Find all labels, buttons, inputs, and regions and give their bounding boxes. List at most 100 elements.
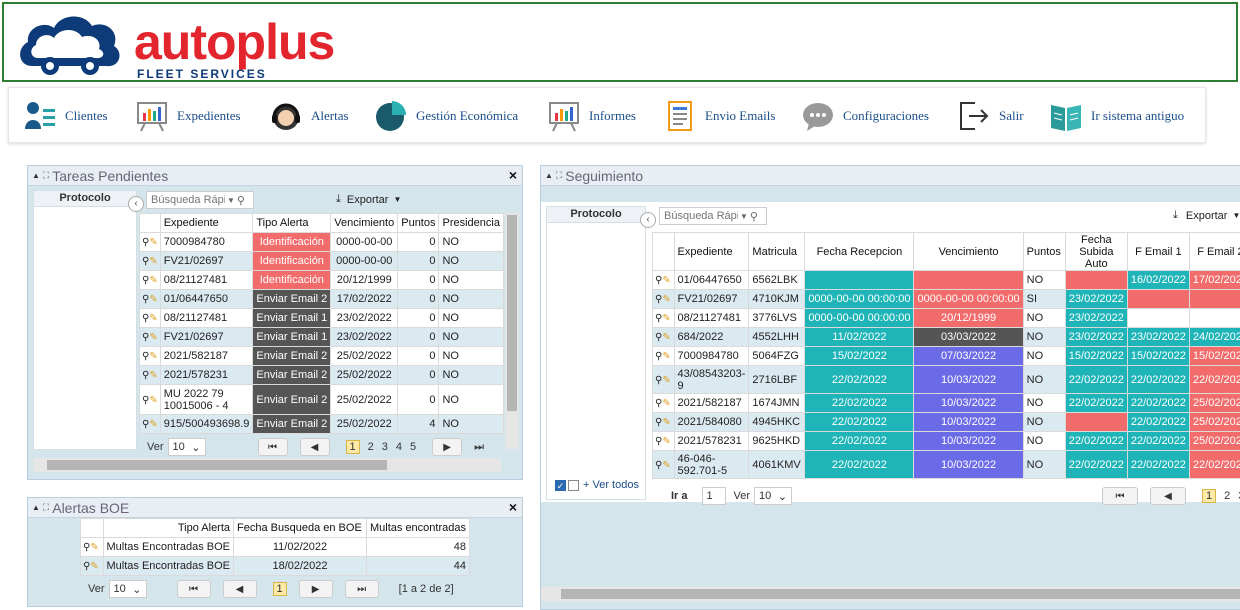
col-header[interactable]: Puntos <box>398 214 439 233</box>
table-row[interactable]: ⚲✎FV21/02697Identificación0000-00-000NO <box>140 252 504 271</box>
table-row[interactable]: ⚲✎2021/582187Enviar Email 225/02/20220NO <box>140 347 504 366</box>
pencil-icon[interactable]: ✎ <box>662 417 670 428</box>
nav-salir[interactable]: Salir <box>957 98 1024 134</box>
expand-icon[interactable]: ⛶ <box>556 170 562 181</box>
table-row[interactable]: ⚲✎70009847805064FZG15/02/202207/03/2022N… <box>653 347 1240 366</box>
expand-icon[interactable]: ⛶ <box>43 170 49 181</box>
page-1[interactable]: 1 <box>273 582 287 596</box>
pencil-icon[interactable]: ✎ <box>662 351 670 362</box>
checkbox-icon[interactable] <box>568 480 579 491</box>
ver-todos-control[interactable]: ✓ + Ver todos <box>555 479 639 491</box>
rows-per-page-select[interactable]: 10⌄ <box>168 438 206 456</box>
table-row[interactable]: ⚲✎915/500493698.9Enviar Email 225/02/202… <box>140 415 504 434</box>
first-page-button[interactable]: ⏮ <box>177 580 211 598</box>
pencil-icon[interactable]: ✎ <box>662 398 670 409</box>
nav-configuraciones[interactable]: Configuraciones <box>801 98 929 134</box>
first-page-button[interactable]: ⏮ <box>1102 487 1138 505</box>
table-row[interactable]: ⚲✎08/211274813776LVS0000-00-00 00:00:002… <box>653 309 1240 328</box>
close-icon[interactable]: × <box>509 167 517 183</box>
table-row[interactable]: ⚲✎2021/5840804945HKC22/02/202210/03/2022… <box>653 413 1240 432</box>
tareas-search[interactable]: ▼ ⚲ <box>146 191 254 209</box>
ver-todos-label[interactable]: + Ver todos <box>583 479 639 491</box>
pencil-icon[interactable]: ✎ <box>662 332 670 343</box>
pencil-icon[interactable]: ✎ <box>90 542 98 553</box>
next-page-button[interactable]: ▶ <box>432 438 462 456</box>
scroll-thumb[interactable] <box>47 460 387 470</box>
collapse-sidebar-icon[interactable]: ‹ <box>640 212 656 228</box>
pencil-icon[interactable]: ✎ <box>149 395 157 406</box>
table-row[interactable]: ⚲✎01/06447650Enviar Email 217/02/20220NO <box>140 290 504 309</box>
scroll-thumb[interactable] <box>507 215 517 411</box>
table-row[interactable]: ⚲✎46-046-592.701-54061KMV22/02/202210/03… <box>653 451 1240 479</box>
nav-alertas[interactable]: Alertas <box>269 98 349 134</box>
col-header[interactable]: Fecha Recepcion <box>805 233 914 271</box>
chevron-down-icon[interactable]: ▼ <box>227 196 235 205</box>
col-header[interactable]: Multas encontradas <box>366 519 469 538</box>
tareas-horizontal-scrollbar[interactable] <box>33 458 501 472</box>
tareas-search-input[interactable] <box>151 194 225 206</box>
page-5[interactable]: 5 <box>410 441 416 453</box>
pencil-icon[interactable]: ✎ <box>662 313 670 324</box>
pencil-icon[interactable]: ✎ <box>149 237 157 248</box>
seg-horizontal-scrollbar[interactable] <box>541 587 1240 601</box>
page-2[interactable]: 2 <box>1224 490 1230 502</box>
chevron-down-icon[interactable]: ▼ <box>740 212 748 221</box>
col-header[interactable]: Tipo Alerta <box>253 214 331 233</box>
col-header[interactable]: F Email 2 <box>1189 233 1240 271</box>
col-header[interactable]: Fecha Subida Auto <box>1065 233 1127 271</box>
checkbox-checked-icon[interactable]: ✓ <box>555 480 566 491</box>
table-row[interactable]: ⚲✎684/20224552LHH11/02/202203/03/2022NO2… <box>653 328 1240 347</box>
prev-page-button[interactable]: ◀ <box>223 580 257 598</box>
seg-search-input[interactable] <box>664 210 738 222</box>
next-page-button[interactable]: ▶ <box>299 580 333 598</box>
table-row[interactable]: ⚲✎2021/578231Enviar Email 225/02/20220NO <box>140 366 504 385</box>
close-icon[interactable]: × <box>509 499 517 515</box>
pencil-icon[interactable]: ✎ <box>149 256 157 267</box>
pencil-icon[interactable]: ✎ <box>662 460 670 471</box>
col-header[interactable]: Tipo Alerta <box>103 519 234 538</box>
table-row[interactable]: ⚲✎2021/5821871674JMN22/02/202210/03/2022… <box>653 394 1240 413</box>
collapse-triangle-icon[interactable]: ▲ <box>32 503 40 512</box>
pencil-icon[interactable]: ✎ <box>149 370 157 381</box>
scroll-thumb[interactable] <box>561 589 1240 599</box>
col-header[interactable]: Vencimiento <box>331 214 398 233</box>
nav-gestion-economica[interactable]: Gestión Económica <box>374 98 518 134</box>
first-page-button[interactable]: ⏮ <box>258 438 288 456</box>
pencil-icon[interactable]: ✎ <box>90 561 98 572</box>
seg-search[interactable]: ▼ ⚲ <box>659 207 767 225</box>
seg-export-button[interactable]: ⤓ Exportar ▼ <box>1173 209 1240 222</box>
rows-per-page-select[interactable]: 10⌄ <box>754 487 792 505</box>
table-row[interactable]: ⚲✎Multas Encontradas BOE11/02/202248 <box>81 538 470 557</box>
col-header[interactable]: Matricula <box>749 233 805 271</box>
nav-sistema-antiguo[interactable]: Ir sistema antiguo <box>1049 98 1184 134</box>
go-to-page-input[interactable]: 1 <box>702 487 726 505</box>
page-4[interactable]: 4 <box>396 441 402 453</box>
page-3[interactable]: 3 <box>382 441 388 453</box>
table-row[interactable]: ⚲✎MU 2022 79 10015006 - 4Enviar Email 22… <box>140 385 504 415</box>
tareas-vertical-scrollbar[interactable] <box>505 213 519 449</box>
page-1[interactable]: 1 <box>346 440 360 454</box>
pencil-icon[interactable]: ✎ <box>149 351 157 362</box>
col-header[interactable]: Vencimiento <box>914 233 1023 271</box>
table-row[interactable]: ⚲✎FV21/026974710KJM0000-00-00 00:00:0000… <box>653 290 1240 309</box>
expand-icon[interactable]: ⛶ <box>43 502 49 513</box>
page-2[interactable]: 2 <box>368 441 374 453</box>
nav-informes[interactable]: Informes <box>547 98 636 134</box>
pencil-icon[interactable]: ✎ <box>149 419 157 430</box>
tareas-export-button[interactable]: ⤓ Exportar ▼ <box>336 193 401 206</box>
collapse-triangle-icon[interactable]: ▲ <box>545 171 553 180</box>
search-icon[interactable]: ⚲ <box>750 210 758 223</box>
pencil-icon[interactable]: ✎ <box>662 294 670 305</box>
pencil-icon[interactable]: ✎ <box>662 275 670 286</box>
pencil-icon[interactable]: ✎ <box>149 332 157 343</box>
table-row[interactable]: ⚲✎01/064476506562LBKNO16/02/202217/02/20… <box>653 271 1240 290</box>
search-icon[interactable]: ⚲ <box>237 194 245 207</box>
prev-page-button[interactable]: ◀ <box>300 438 330 456</box>
nav-clientes[interactable]: Clientes <box>23 98 108 134</box>
col-header[interactable]: Puntos <box>1023 233 1065 271</box>
table-row[interactable]: ⚲✎2021/5782319625HKD22/02/202210/03/2022… <box>653 432 1240 451</box>
pencil-icon[interactable]: ✎ <box>149 275 157 286</box>
collapse-sidebar-icon[interactable]: ‹ <box>128 196 144 212</box>
pencil-icon[interactable]: ✎ <box>149 313 157 324</box>
rows-per-page-select[interactable]: 10⌄ <box>109 580 147 598</box>
